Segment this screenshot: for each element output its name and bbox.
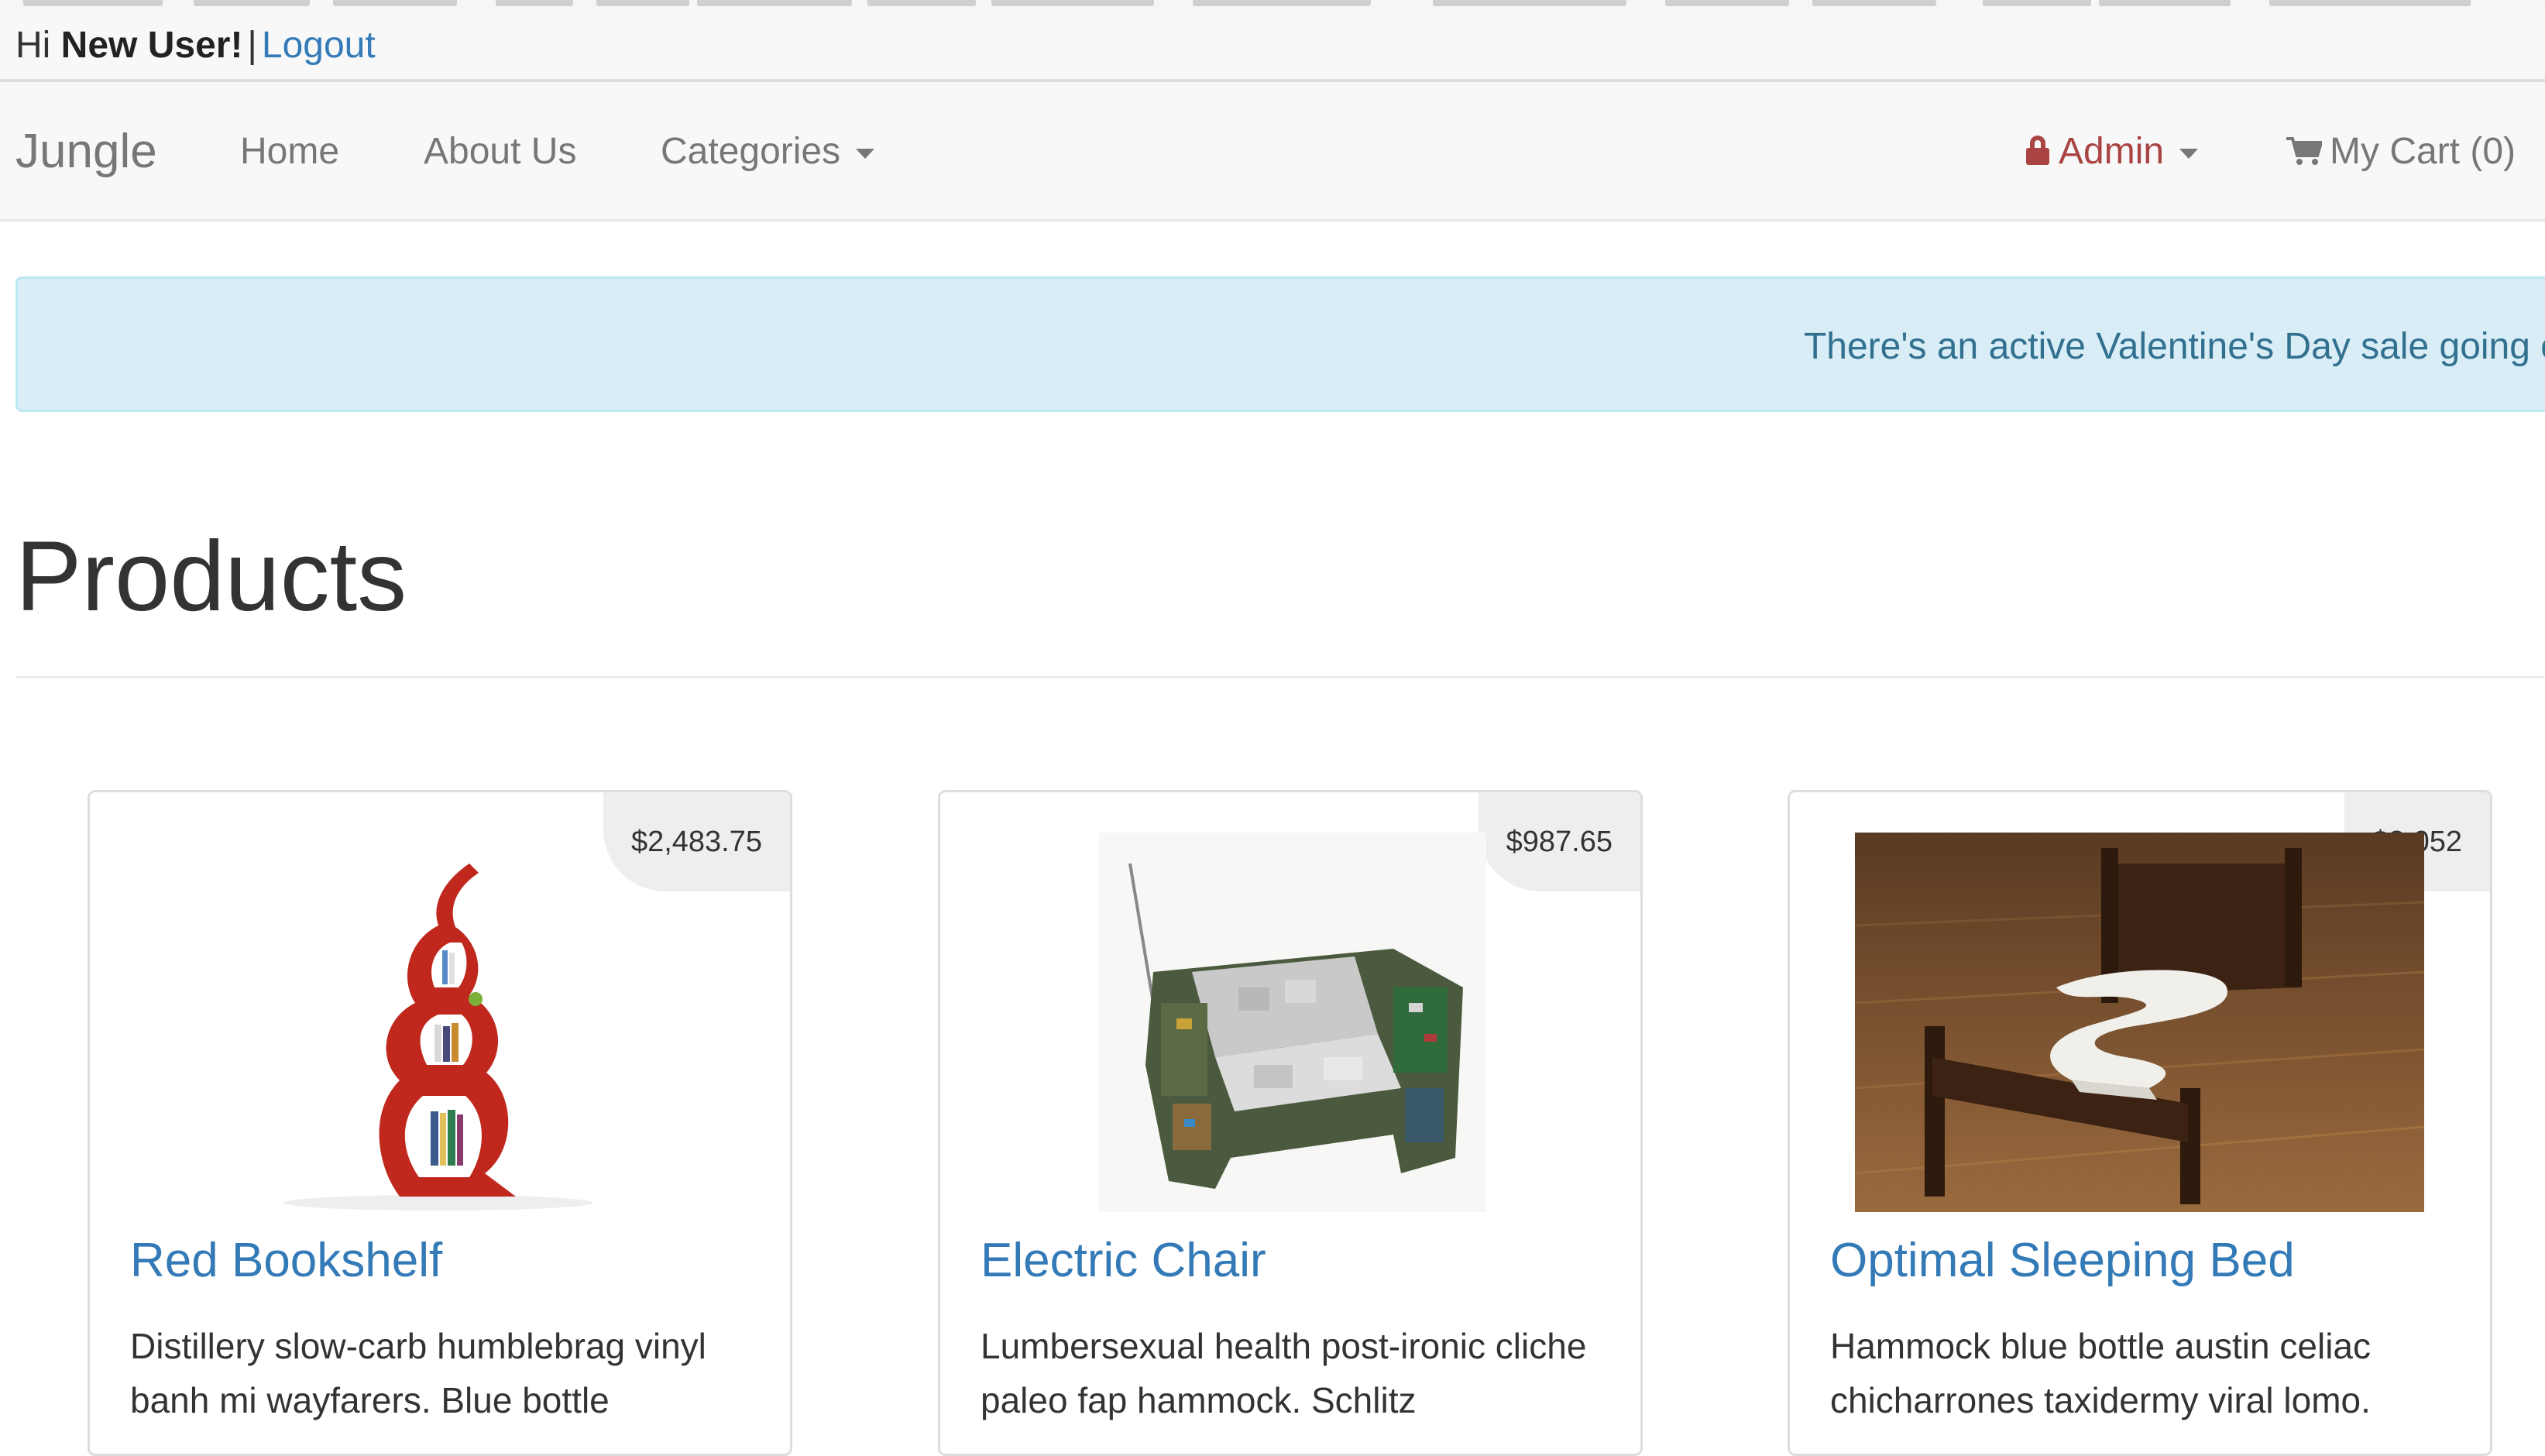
lock-icon — [2026, 136, 2049, 165]
product-name-link[interactable]: Red Bookshelf — [130, 1230, 442, 1292]
bookmark-item[interactable] — [697, 0, 852, 6]
product-card[interactable]: $2,483.75 Red Bookshelf Distillery slow-… — [88, 790, 792, 1456]
bookmarks-bar — [0, 0, 2545, 9]
admin-dropdown[interactable]: Admin — [2026, 82, 2199, 221]
bookmark-item[interactable] — [1665, 0, 1789, 6]
user-greeting-bar: Hi New User! | Logout — [0, 9, 2545, 82]
page-title: Products — [15, 521, 407, 632]
greeting-prefix: Hi — [15, 25, 51, 66]
product-card[interactable]: $987.65 Electric Chair Lumbersexual heal… — [938, 790, 1643, 1456]
main-navbar: Jungle Home About Us Categories Admin My… — [0, 82, 2545, 221]
bookmark-item[interactable] — [991, 0, 1154, 6]
bookmark-item[interactable] — [194, 0, 310, 6]
bookmark-item[interactable] — [2269, 0, 2471, 6]
bookmark-item[interactable] — [1983, 0, 2091, 6]
bookmark-item[interactable] — [867, 0, 976, 6]
bookmark-item[interactable] — [496, 0, 573, 6]
bookmark-item[interactable] — [2099, 0, 2231, 6]
my-cart-link[interactable]: My Cart (0) — [2286, 82, 2516, 221]
my-cart-label: My Cart (0) — [2330, 131, 2516, 172]
product-name-link[interactable]: Optimal Sleeping Bed — [1830, 1230, 2295, 1292]
product-card[interactable]: $3,052 Optimal Sleeping Bed Hammock blue… — [1788, 790, 2492, 1456]
nav-categories-dropdown[interactable]: Categories — [661, 82, 875, 221]
brand-logo[interactable]: Jungle — [15, 82, 157, 221]
page-header-divider — [15, 676, 2545, 678]
bookmark-item[interactable] — [1193, 0, 1371, 6]
product-image[interactable] — [1099, 833, 1486, 1212]
price-badge: $987.65 — [1478, 792, 1640, 891]
caret-down-icon — [2179, 148, 2199, 159]
bookmark-item[interactable] — [1812, 0, 1936, 6]
product-name-link[interactable]: Electric Chair — [981, 1230, 1266, 1292]
bookmark-item[interactable] — [333, 0, 457, 6]
bookmark-item[interactable] — [596, 0, 689, 6]
nav-home-link[interactable]: Home — [240, 82, 339, 221]
price-badge: $2,483.75 — [603, 792, 790, 891]
nav-categories-label: Categories — [661, 131, 841, 172]
cart-icon — [2286, 137, 2323, 165]
username: New User! — [60, 25, 243, 66]
admin-label: Admin — [2059, 131, 2165, 172]
product-image[interactable] — [1855, 833, 2424, 1212]
product-description: Lumbersexual health post-ironic cliche p… — [981, 1326, 1587, 1420]
caret-down-icon — [856, 148, 875, 159]
nav-about-link[interactable]: About Us — [424, 82, 576, 221]
sale-alert-text: There's an active Valentine's Day sale g… — [1803, 326, 2545, 367]
product-description: Distillery slow-carb humblebrag vinyl ba… — [130, 1326, 706, 1420]
product-description: Hammock blue bottle austin celiac chicha… — [1830, 1326, 2371, 1420]
product-image[interactable] — [283, 833, 601, 1212]
greeting-separator: | — [247, 25, 257, 66]
sale-alert: There's an active Valentine's Day sale g… — [15, 276, 2545, 412]
bookmark-item[interactable] — [1433, 0, 1626, 6]
bookmark-item[interactable] — [23, 0, 163, 6]
logout-link[interactable]: Logout — [262, 25, 376, 66]
